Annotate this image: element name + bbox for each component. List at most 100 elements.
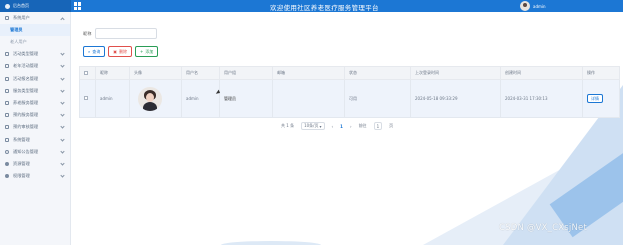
sidebar-item-elderly-activities[interactable]: 老年活动管理 [0,60,70,72]
column-header[interactable]: 用户名 [181,66,220,80]
sidebar-item-label: 预约服务管理 [13,112,39,118]
goto-suffix: 页 [389,123,394,128]
user-icon [5,174,9,179]
detail-button[interactable]: 详情 [587,94,603,103]
sidebar-item-elderly-services[interactable]: 养老服务管理 [0,97,70,109]
folder-icon [5,125,9,130]
select-all-cell[interactable] [79,66,96,80]
folder-icon [5,76,9,81]
sidebar-subitem-elderly-users[interactable]: 老人用户 [0,36,70,48]
user-icon [5,16,9,21]
toolbar: ⌕ 查询 ▣ 删除 + 添加 [83,46,159,57]
table-row[interactable]: admin admin 管理员 可用 2024-05-18 09:33:29 2… [79,79,620,118]
avatar [138,86,162,111]
home-icon [5,3,10,9]
plus-icon: + [140,49,144,54]
goto-label: 前往 [358,123,367,128]
page-title: 欢迎使用社区养老医疗服务管理平台 [270,4,379,12]
folder-icon [5,88,9,93]
last-login-cell: 2024-05-18 09:33:29 [410,79,501,118]
page-size-select[interactable]: 10条/页 ▾ [301,122,325,130]
nickname-filter-label: 昵称 [83,30,92,36]
next-page-button[interactable]: › [350,124,352,129]
avatar-cell [129,79,182,118]
sidebar: 系统用户 管理员 老人用户 活动类型管理 老年活动管理 活动报名管理 服务类型管… [0,12,71,245]
folder-icon [5,113,9,118]
chevron-down-icon [60,149,65,154]
sidebar-item-service-types[interactable]: 服务类型管理 [0,85,70,97]
sidebar-item-label: 权限管理 [13,173,30,179]
column-header[interactable]: 上次登录时间 [410,66,501,80]
menu-grid-icon[interactable] [74,2,82,10]
row-checkbox[interactable] [84,96,88,100]
folder-icon [5,101,9,106]
email-cell [272,79,345,118]
sidebar-item-label: 老年活动管理 [13,63,39,69]
chevron-down-icon: ▾ [319,123,322,129]
row-select-cell[interactable] [79,79,96,118]
shield-icon [5,161,9,166]
created-cell: 2024-03-31 17:30:13 [500,79,583,118]
username-cell: admin [181,79,220,118]
chevron-down-icon [60,173,65,178]
filter-bar: 昵称 [83,28,158,39]
sidebar-subitem-admins[interactable]: 管理员 [0,24,70,37]
chevron-up-icon [60,16,65,22]
sidebar-item-activity-types[interactable]: 活动类型管理 [0,48,70,60]
sidebar-item-system-users[interactable]: 系统用户 [0,12,70,24]
sidebar-item-label: 服务类型管理 [13,87,39,93]
avatar [520,1,530,11]
search-button[interactable]: ⌕ 查询 [83,46,106,57]
search-button-label: 查询 [92,48,101,54]
clock-icon [5,149,9,154]
total-count: 共 1 条 [281,123,295,128]
column-header[interactable]: 昵称 [95,66,130,80]
column-header[interactable]: 创建时间 [500,66,583,80]
sidebar-item-label: 通知公告管理 [13,148,39,154]
sidebar-item-service-bookings[interactable]: 预约服务管理 [0,109,70,121]
watermark: CSDN @VX_CXsjNet [499,223,587,233]
chevron-down-icon [60,161,65,166]
sidebar-item-label: 系统用户 [13,15,30,21]
brand-home-link[interactable]: 后台首页 [0,0,71,12]
sidebar-item-label: 预约审核管理 [13,124,39,130]
column-header[interactable]: 用户组 [219,66,273,80]
page-size-value: 10条/页 [304,123,319,128]
add-button[interactable]: + 添加 [135,46,159,57]
sidebar-item-label: 养老服务管理 [13,100,39,106]
username-label: admin [533,3,546,9]
user-menu[interactable]: admin [520,1,546,11]
folder-icon [5,52,9,57]
prev-page-button[interactable]: ‹ [332,124,334,129]
nickname-cell: admin [95,79,130,118]
brand-label: 后台首页 [13,3,29,8]
status-cell: 可用 [344,79,411,118]
sidebar-item-permissions[interactable]: 权限管理 [0,170,70,182]
top-bar: 后台首页 欢迎使用社区养老医疗服务管理平台 admin [0,0,623,12]
admin-table: 昵称 头像 用户名 用户组 邮箱 状态 上次登录时间 创建时间 操作 admin [79,66,620,118]
select-all-checkbox[interactable] [84,70,88,75]
sidebar-item-label: 活动类型管理 [13,51,39,57]
chevron-down-icon [60,124,65,129]
sidebar-item-resources[interactable]: 资源管理 [0,158,70,170]
table-header-row: 昵称 头像 用户名 用户组 邮箱 状态 上次登录时间 创建时间 操作 [79,66,620,80]
gear-icon [5,137,9,142]
delete-button[interactable]: ▣ 删除 [108,46,133,57]
chevron-down-icon [60,63,65,68]
chevron-down-icon [60,51,65,56]
chevron-down-icon [60,136,65,142]
page-number-current[interactable]: 1 [340,124,343,129]
nickname-filter-input[interactable] [95,28,158,39]
pagination: 共 1 条 10条/页 ▾ ‹ 1 › 前往 1 页 [281,122,393,130]
trash-icon: ▣ [113,49,118,54]
column-header[interactable]: 状态 [344,66,411,80]
sidebar-item-notices[interactable]: 通知公告管理 [0,146,70,158]
sidebar-item-label: 资源管理 [13,160,30,166]
column-header: 操作 [582,66,620,80]
column-header[interactable]: 邮箱 [272,66,345,80]
sidebar-item-system[interactable]: 系统管理 [0,134,70,146]
goto-page-input[interactable]: 1 [373,122,383,130]
sidebar-item-booking-review[interactable]: 预约审核管理 [0,121,70,133]
chevron-down-icon [60,88,65,93]
sidebar-item-activity-signups[interactable]: 活动报名管理 [0,73,70,85]
